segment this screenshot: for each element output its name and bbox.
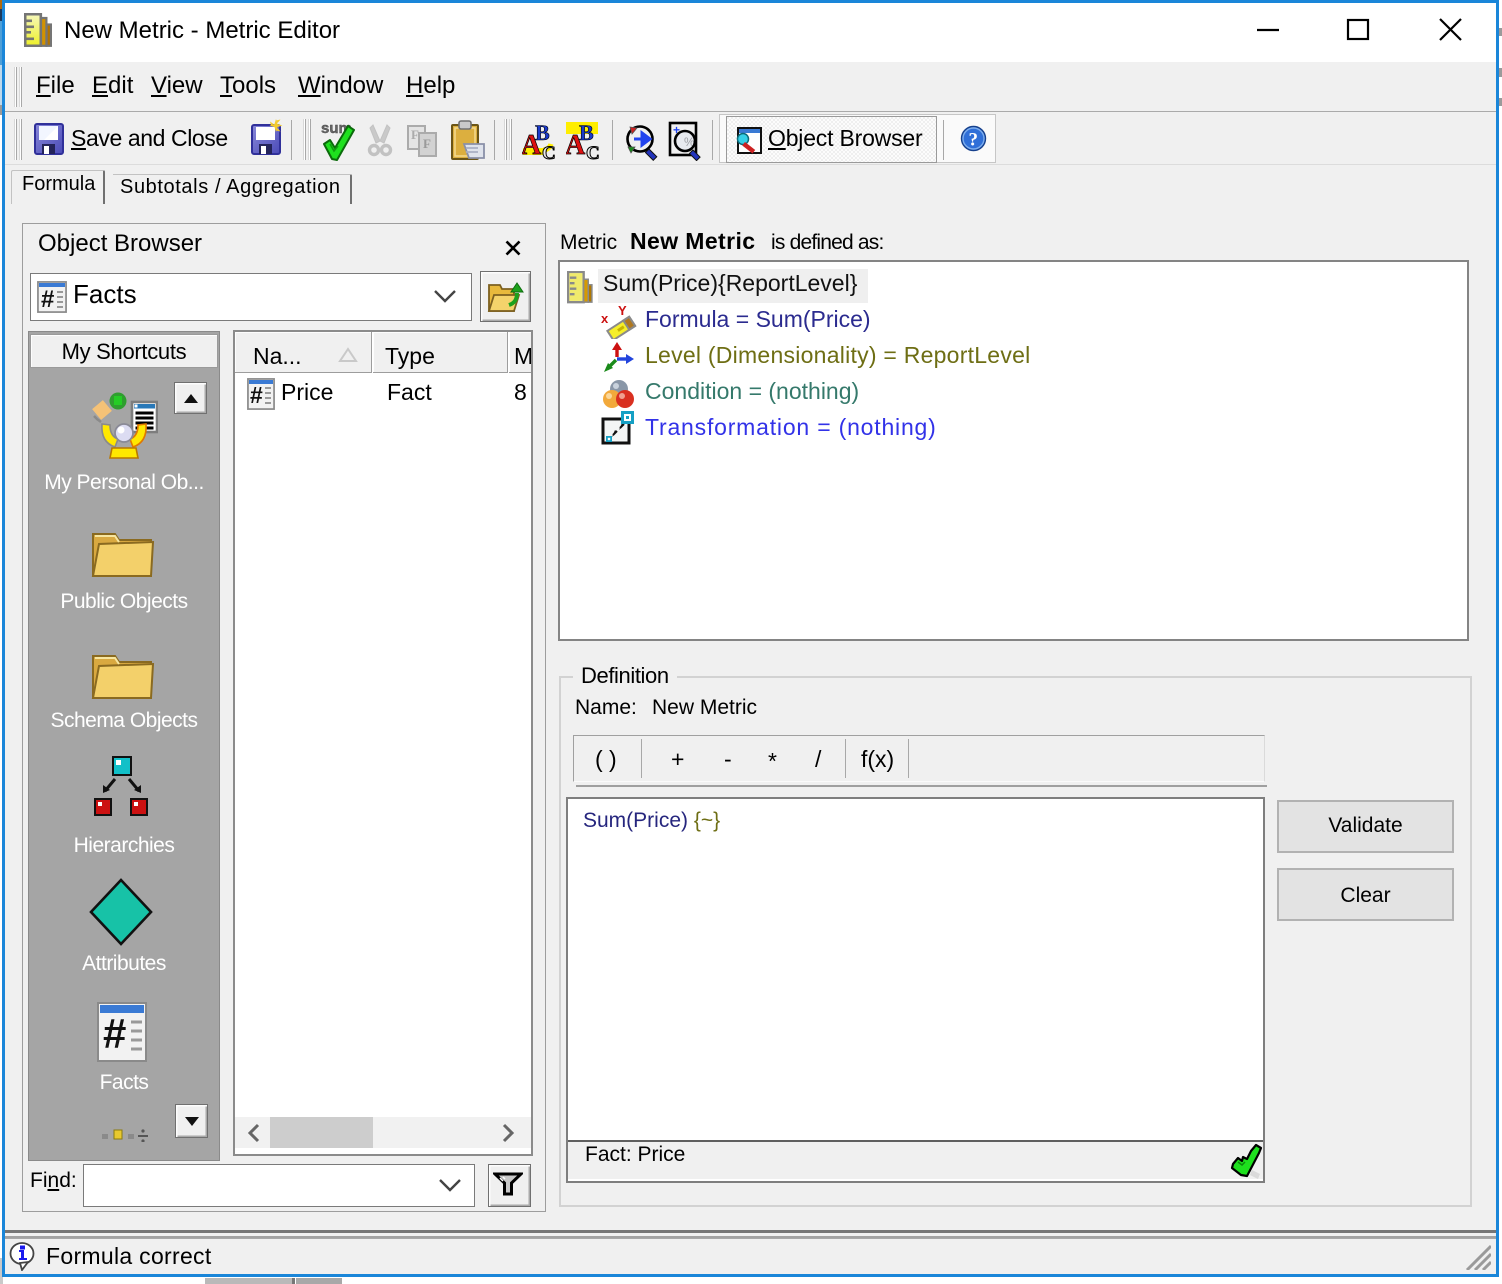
svg-text:C: C: [586, 143, 600, 162]
svg-text:C: C: [542, 143, 556, 162]
svg-text:A: A: [522, 130, 542, 161]
svg-text:#: #: [250, 382, 263, 408]
svg-text:x: x: [601, 311, 609, 326]
svg-text:#: #: [41, 286, 54, 313]
svg-text:F: F: [423, 136, 431, 151]
svg-text:A: A: [566, 130, 586, 161]
svg-text:?: ?: [969, 130, 979, 151]
svg-text:F: F: [411, 127, 419, 142]
svg-text:#: #: [103, 1010, 126, 1057]
svg-text:Y: Y: [618, 303, 627, 318]
